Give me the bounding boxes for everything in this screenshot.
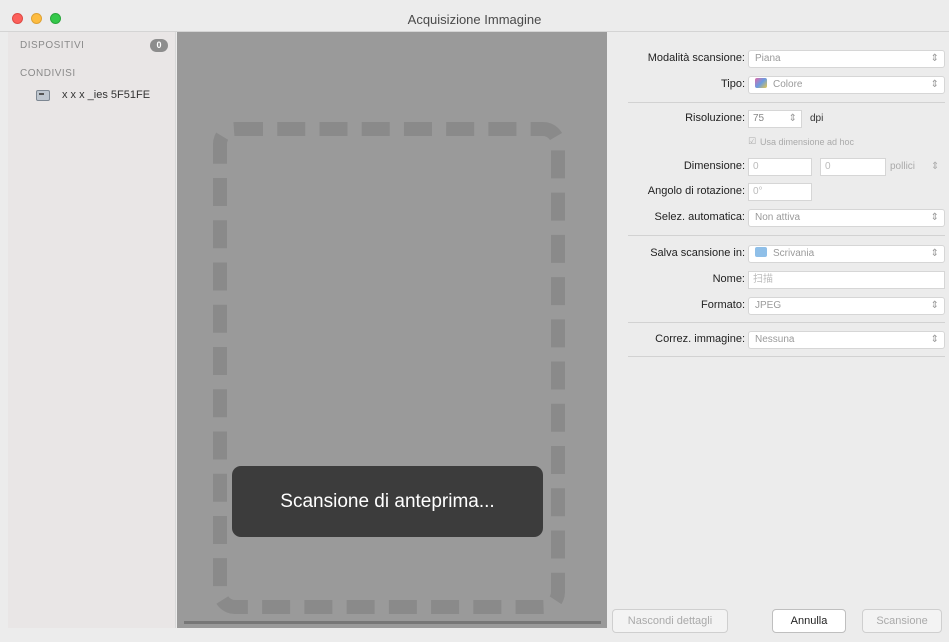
- sidebar-item-label: x x x _ies 5F51FE: [62, 89, 151, 101]
- settings-panel: Modalità scansione: Piana ⇕ Tipo: Colore…: [608, 32, 949, 642]
- sidebar-item-scanner[interactable]: x x x _ies 5F51FE: [36, 86, 172, 104]
- size-unit[interactable]: pollici: [890, 161, 915, 172]
- rotation-row: Angolo di rotazione: 0°: [608, 181, 949, 203]
- cancel-button[interactable]: Annulla: [772, 609, 846, 633]
- auto-select-select[interactable]: Non attiva ⇕: [748, 209, 945, 227]
- format-value: JPEG: [755, 300, 782, 311]
- scan-mode-value: Piana: [755, 53, 781, 64]
- chevron-updown-icon: ⇕: [930, 300, 939, 311]
- window-title: Acquisizione Immagine: [407, 12, 542, 27]
- chevron-updown-icon: ⇕: [930, 212, 939, 223]
- scan-button[interactable]: Scansione: [862, 609, 942, 633]
- auto-select-value: Non attiva: [755, 212, 801, 223]
- auto-select-label: Selez. automatica:: [654, 211, 746, 223]
- color-icon: [755, 78, 767, 88]
- resolution-stepper[interactable]: 75 ⇕: [748, 110, 802, 128]
- scan-preview-area: Scansione di anteprima...: [177, 32, 607, 628]
- folder-icon: [755, 247, 767, 257]
- correction-select[interactable]: Nessuna ⇕: [748, 331, 945, 349]
- save-to-value: Scrivania: [773, 248, 815, 259]
- divider: [628, 322, 945, 323]
- chevron-updown-icon: ⇕: [930, 53, 939, 64]
- size-height-field[interactable]: 0: [820, 158, 886, 176]
- size-width-value: 0: [753, 161, 759, 172]
- preview-scroll-indicator: [184, 621, 601, 624]
- chevron-updown-icon: ⇕: [931, 161, 940, 172]
- rotation-label: Angolo di rotazione:: [647, 185, 745, 197]
- name-field[interactable]: 扫描: [748, 271, 945, 289]
- devices-header: DISPOSITIVI: [20, 40, 85, 51]
- chevron-updown-icon: ⇕: [930, 79, 939, 90]
- custom-size-checkbox[interactable]: ☑: [748, 136, 756, 147]
- rotation-value: 0°: [753, 186, 763, 197]
- custom-size-label: Usa dimensione ad hoc: [760, 137, 855, 147]
- chevron-updown-icon: ⇕: [930, 334, 939, 345]
- preview-status-toast: Scansione di anteprima...: [232, 466, 543, 537]
- scan-mode-label: Modalità scansione:: [647, 52, 745, 64]
- correction-row: Correz. immagine: Nessuna ⇕: [608, 329, 949, 351]
- format-select[interactable]: JPEG ⇕: [748, 297, 945, 315]
- shared-header: CONDIVISI: [20, 68, 76, 79]
- size-label: Dimensione:: [683, 160, 745, 172]
- scan-area-outline: [213, 122, 565, 614]
- type-select[interactable]: Colore ⇕: [748, 76, 945, 94]
- size-height-value: 0: [825, 161, 831, 172]
- save-to-row: Salva scansione in: Scrivania ⇕: [608, 243, 949, 265]
- resolution-value: 75: [753, 113, 765, 124]
- title-bar: Acquisizione Immagine: [0, 0, 949, 32]
- chevron-updown-icon: ⇕: [930, 248, 939, 259]
- sidebar: DISPOSITIVI 0 CONDIVISI x x x _ies 5F51F…: [8, 32, 176, 628]
- format-row: Formato: JPEG ⇕: [608, 295, 949, 317]
- format-label: Formato:: [700, 299, 745, 311]
- scan-mode-row: Modalità scansione: Piana ⇕: [608, 48, 949, 70]
- size-width-field[interactable]: 0: [748, 158, 812, 176]
- correction-label: Correz. immagine:: [655, 333, 745, 345]
- name-value: 扫描: [753, 274, 773, 285]
- divider: [628, 356, 945, 357]
- custom-size-row: ☑ Usa dimensione ad hoc: [608, 132, 949, 154]
- rotation-field[interactable]: 0°: [748, 183, 812, 201]
- chevron-updown-icon: ⇕: [788, 113, 797, 124]
- save-to-label: Salva scansione in:: [650, 247, 745, 259]
- correction-value: Nessuna: [755, 334, 795, 345]
- scan-mode-select[interactable]: Piana ⇕: [748, 50, 945, 68]
- resolution-row: Risoluzione: 75 ⇕ dpi: [608, 108, 949, 130]
- resolution-label: Risoluzione:: [685, 112, 745, 124]
- type-label: Tipo:: [720, 78, 745, 90]
- scanner-icon: [36, 89, 50, 101]
- type-value: Colore: [773, 79, 803, 90]
- divider: [628, 102, 945, 103]
- name-row: Nome: 扫描: [608, 269, 949, 291]
- type-row: Tipo: Colore ⇕: [608, 74, 949, 96]
- size-row: Dimensione: 0 0 pollici ⇕: [608, 156, 949, 178]
- name-label: Nome:: [712, 273, 745, 285]
- devices-count-badge: 0: [150, 39, 168, 52]
- auto-select-row: Selez. automatica: Non attiva ⇕: [608, 207, 949, 229]
- resolution-unit: dpi: [810, 113, 824, 124]
- divider: [628, 235, 945, 236]
- hide-details-button[interactable]: Nascondi dettagli: [612, 609, 728, 633]
- save-to-select[interactable]: Scrivania ⇕: [748, 245, 945, 263]
